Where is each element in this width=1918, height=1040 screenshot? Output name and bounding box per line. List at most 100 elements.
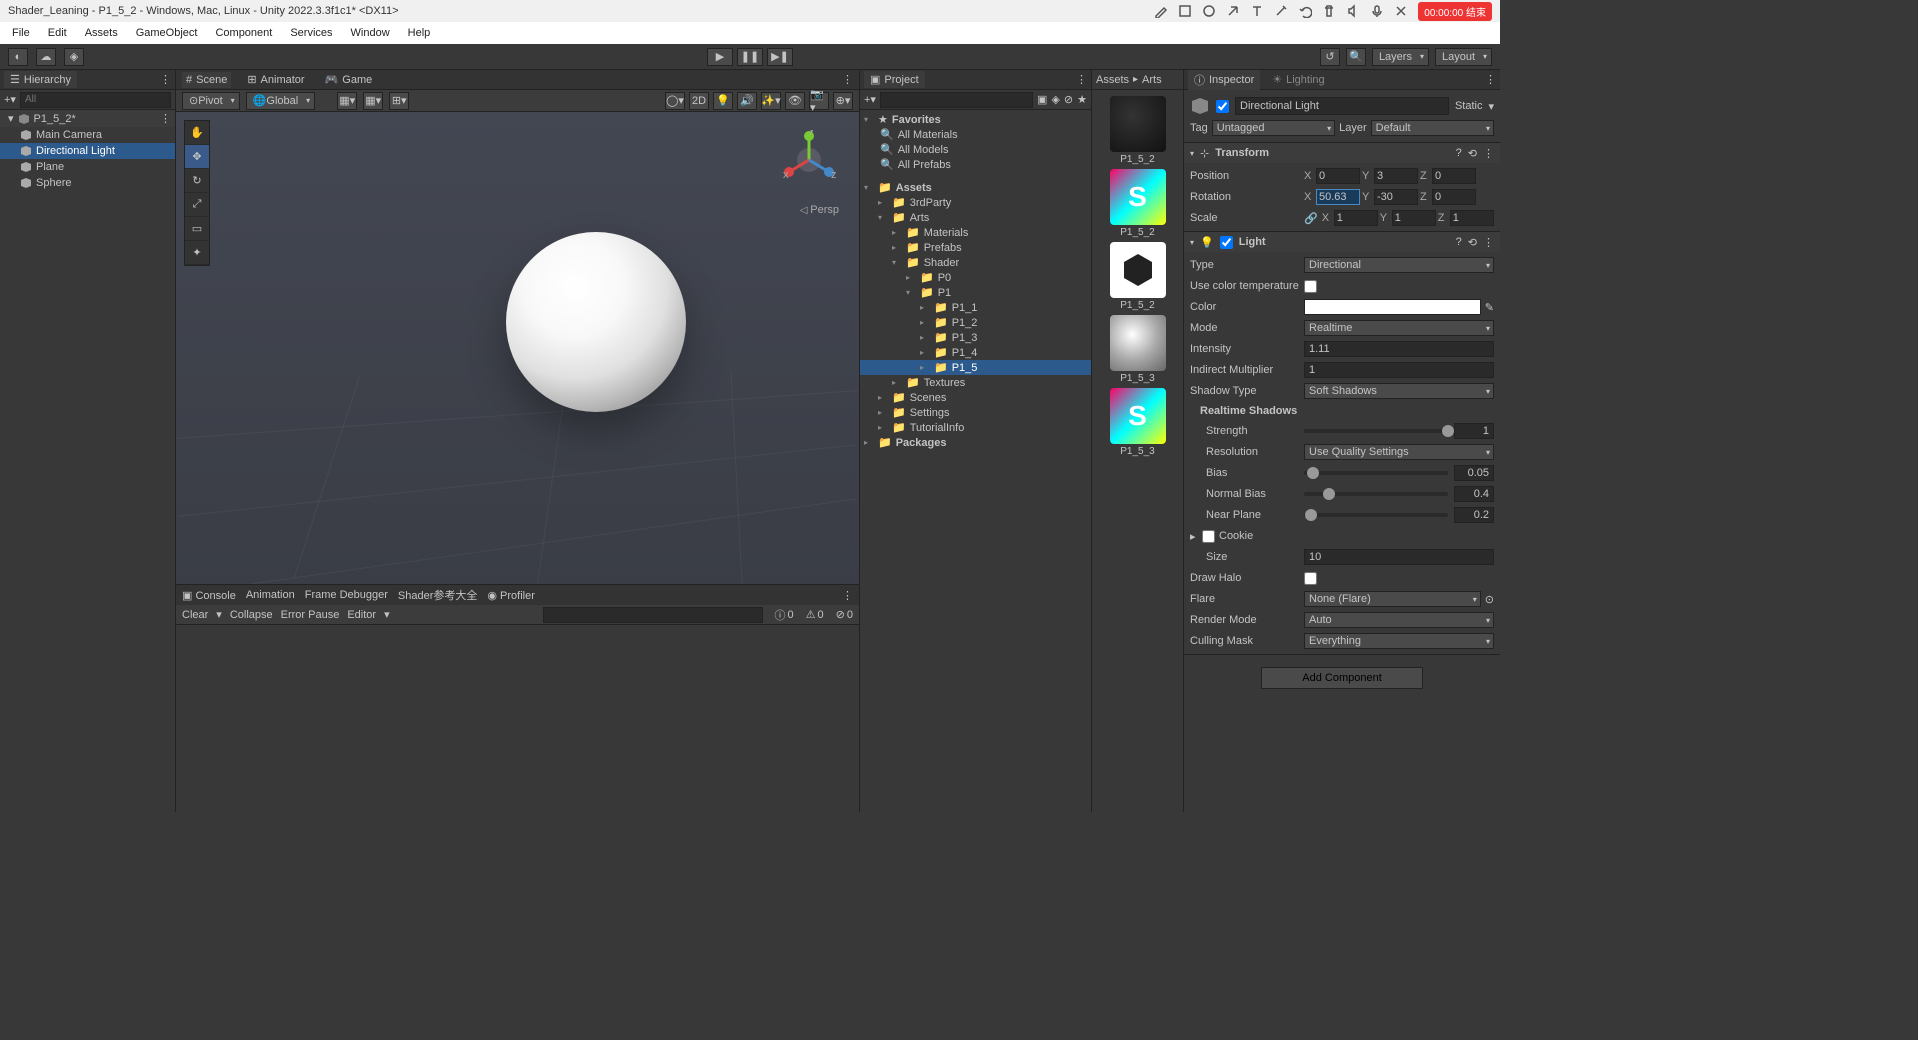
edit-icon[interactable]: [1154, 4, 1168, 18]
reset-icon[interactable]: ⟲: [1468, 147, 1477, 160]
error-count[interactable]: ⊘ 0: [836, 608, 853, 621]
scale-x[interactable]: [1334, 210, 1378, 226]
tab-console[interactable]: ▣ Console: [182, 589, 236, 602]
fav-all-models[interactable]: 🔍 All Models: [860, 142, 1091, 157]
editor-dropdown[interactable]: Editor: [347, 609, 376, 621]
folder-p1_3[interactable]: ▸📁 P1_3: [860, 330, 1091, 345]
cloud-icon[interactable]: ☁: [36, 48, 56, 66]
tab-lighting[interactable]: ☀ Lighting: [1266, 71, 1330, 88]
layout-dropdown[interactable]: Layout: [1435, 48, 1492, 66]
hierarchy-item-sphere[interactable]: Sphere: [0, 175, 175, 191]
filter-icon[interactable]: ▣: [1037, 93, 1047, 106]
undo-icon[interactable]: [1298, 4, 1312, 18]
strength-slider[interactable]: [1304, 429, 1448, 433]
menu-services[interactable]: Services: [282, 25, 340, 41]
size-field[interactable]: [1304, 549, 1494, 565]
rotation-y[interactable]: [1374, 189, 1418, 205]
tab-shader-ref[interactable]: Shader参考大全: [398, 587, 477, 603]
visibility-icon[interactable]: 👁: [785, 92, 805, 110]
culling-mask-dropdown[interactable]: Everything: [1304, 633, 1494, 649]
object-picker-icon[interactable]: ⊙: [1485, 593, 1494, 606]
tab-scene[interactable]: # Scene: [182, 72, 231, 88]
speaker-icon[interactable]: [1346, 4, 1360, 18]
folder-3rdparty[interactable]: ▸📁 3rdParty: [860, 195, 1091, 210]
center-menu-icon[interactable]: ⋮: [842, 73, 853, 86]
label-icon[interactable]: ◈: [1051, 93, 1059, 106]
layer-dropdown[interactable]: Default: [1371, 120, 1494, 136]
light-enabled-checkbox[interactable]: [1220, 236, 1233, 249]
layers-dropdown[interactable]: Layers: [1372, 48, 1429, 66]
square-icon[interactable]: [1178, 4, 1192, 18]
scale-y[interactable]: [1392, 210, 1436, 226]
asset-thumb[interactable]: P1_5_3: [1106, 315, 1170, 384]
folder-p1_5[interactable]: ▸📁 P1_5: [860, 360, 1091, 375]
create-dropdown[interactable]: +▾: [4, 93, 16, 106]
help-icon[interactable]: ?: [1456, 236, 1462, 248]
scale-tool-icon[interactable]: ⤢: [185, 193, 209, 217]
pause-button[interactable]: ❚❚: [737, 48, 763, 66]
tab-animator[interactable]: ⊞ Animator: [243, 71, 308, 88]
global-dropdown[interactable]: 🌐Global: [246, 92, 316, 110]
wand-icon[interactable]: [1274, 4, 1288, 18]
fav-all-materials[interactable]: 🔍 All Materials: [860, 127, 1091, 142]
project-create-dropdown[interactable]: +▾: [864, 93, 876, 106]
scale-link-icon[interactable]: 🔗: [1304, 212, 1318, 225]
step-button[interactable]: ▶❚: [767, 48, 793, 66]
color-temp-checkbox[interactable]: [1304, 280, 1317, 293]
scale-z[interactable]: [1450, 210, 1494, 226]
help-icon[interactable]: ?: [1456, 147, 1462, 159]
eyedropper-icon[interactable]: ✎: [1485, 301, 1494, 314]
packages-folder[interactable]: ▸📁 Packages: [860, 435, 1091, 450]
light-type-dropdown[interactable]: Directional: [1304, 257, 1494, 273]
rotate-tool-icon[interactable]: ↻: [185, 169, 209, 193]
transform-tool-icon[interactable]: ✦: [185, 241, 209, 265]
audio-toggle-icon[interactable]: 🔊: [737, 92, 757, 110]
panel-menu-icon[interactable]: ⋮: [160, 73, 171, 86]
undo-history-icon[interactable]: ↺: [1320, 48, 1340, 66]
tab-frame-debugger[interactable]: Frame Debugger: [305, 589, 388, 601]
console-search[interactable]: [543, 607, 763, 623]
asset-thumb[interactable]: P1_5_2: [1106, 242, 1170, 311]
tag-dropdown[interactable]: Untagged: [1212, 120, 1335, 136]
favorites-folder[interactable]: ▾★ Favorites: [860, 112, 1091, 127]
folder-settings[interactable]: ▸📁 Settings: [860, 405, 1091, 420]
comp-menu-icon[interactable]: ⋮: [1483, 236, 1494, 249]
rect-tool-icon[interactable]: ▭: [185, 217, 209, 241]
color-swatch[interactable]: [1304, 299, 1481, 315]
position-z[interactable]: [1432, 168, 1476, 184]
menu-window[interactable]: Window: [343, 25, 398, 41]
tab-game[interactable]: 🎮 Game: [321, 71, 377, 88]
pivot-dropdown[interactable]: ⊙Pivot: [182, 92, 240, 110]
circle-icon[interactable]: [1202, 4, 1216, 18]
scene-root[interactable]: ▾ P1_5_2* ⋮: [0, 110, 175, 127]
move-tool-icon[interactable]: ✥: [185, 145, 209, 169]
project-search[interactable]: [880, 92, 1033, 108]
arrow-icon[interactable]: [1226, 4, 1240, 18]
resolution-dropdown[interactable]: Use Quality Settings: [1304, 444, 1494, 460]
fx-toggle-icon[interactable]: ✨▾: [761, 92, 781, 110]
trash-icon[interactable]: [1322, 4, 1336, 18]
render-mode-dropdown[interactable]: Auto: [1304, 612, 1494, 628]
rotation-x[interactable]: [1316, 189, 1360, 205]
tab-profiler[interactable]: ◉ Profiler: [487, 589, 535, 602]
2d-toggle[interactable]: 2D: [689, 92, 709, 110]
clear-button[interactable]: Clear: [182, 609, 208, 621]
draw-mode-icon[interactable]: ◯▾: [665, 92, 685, 110]
project-menu-icon[interactable]: ⋮: [1076, 73, 1087, 86]
reset-icon[interactable]: ⟲: [1468, 236, 1477, 249]
warn-count[interactable]: ⚠ 0: [806, 608, 824, 621]
object-name-field[interactable]: Directional Light: [1235, 97, 1449, 115]
menu-edit[interactable]: Edit: [40, 25, 75, 41]
folder-p1[interactable]: ▾📁 P1: [860, 285, 1091, 300]
tab-hierarchy[interactable]: ☰ Hierarchy: [4, 71, 77, 88]
normal-bias-slider[interactable]: [1304, 492, 1448, 496]
tab-inspector[interactable]: ⓘ Inspector: [1188, 70, 1260, 90]
play-button[interactable]: ▶: [707, 48, 733, 66]
cookie-checkbox[interactable]: [1202, 530, 1215, 543]
hand-tool-icon[interactable]: ✋: [185, 121, 209, 145]
near-plane-slider[interactable]: [1304, 513, 1448, 517]
scene-view[interactable]: ✋ ✥ ↻ ⤢ ▭ ✦ y x z ◁ Persp: [176, 112, 859, 584]
grid-snap-icon[interactable]: ▦▾: [337, 92, 357, 110]
rotation-z[interactable]: [1432, 189, 1476, 205]
asset-thumb[interactable]: SP1_5_2: [1106, 169, 1170, 238]
